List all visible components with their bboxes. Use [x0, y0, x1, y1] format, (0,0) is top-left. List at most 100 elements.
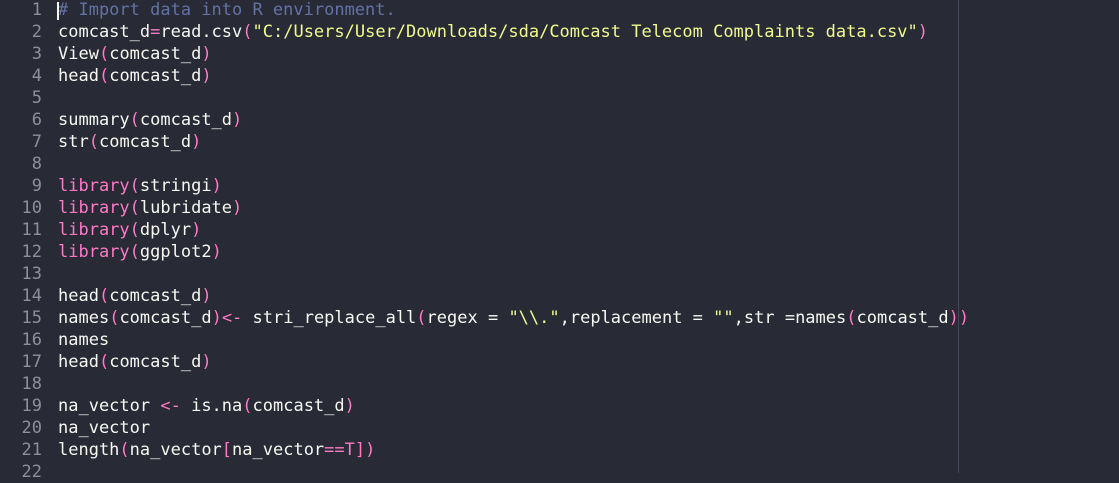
code-token: ) — [232, 198, 243, 218]
code-token: "C:/Users/User/Downloads/sda/Comcast Tel… — [252, 22, 918, 42]
code-token: comcast_d — [98, 132, 192, 152]
code-editor[interactable]: 1 # Import data into R environment. 2 comca… — [0, 0, 1119, 482]
code-line[interactable]: 10 library(lubridate) — [0, 197, 1119, 219]
line-number: 15 — [21, 308, 42, 328]
code-token: stringi — [139, 176, 212, 196]
code-token: regex = — [426, 308, 509, 328]
line-number: 7 — [31, 132, 42, 152]
code-token: "\\." — [508, 308, 560, 328]
code-token: library — [58, 176, 130, 196]
line-number: 12 — [21, 242, 42, 262]
code-line[interactable]: 11 library(dplyr) — [0, 219, 1119, 241]
code-text: library(stringi) — [58, 175, 222, 197]
code-token: ) — [201, 66, 212, 86]
code-text: na_vector <- is.na(comcast_d) — [58, 395, 355, 417]
code-line[interactable]: 20 na_vector — [0, 417, 1119, 439]
code-line[interactable]: 8 — [0, 153, 1119, 175]
code-token: str — [58, 132, 89, 152]
code-token: comcast_d — [252, 396, 345, 416]
code-line[interactable]: 17 head(comcast_d) — [0, 351, 1119, 373]
line-number: 17 — [21, 352, 42, 372]
code-token: ( — [119, 440, 130, 460]
code-token: # Import data into R environment. — [58, 0, 396, 20]
code-token: comcast_d — [856, 308, 949, 328]
code-token: comcast_d — [139, 110, 233, 130]
code-line[interactable]: 19 na_vector <- is.na(comcast_d) — [0, 395, 1119, 417]
code-token: ) — [201, 352, 212, 372]
code-token: comcast_d — [109, 352, 202, 372]
code-text: library(lubridate) — [58, 197, 242, 219]
code-token: ( — [88, 132, 99, 152]
code-line[interactable]: 9 library(stringi) — [0, 175, 1119, 197]
line-number: 13 — [21, 264, 42, 284]
code-token: comcast_d — [109, 44, 202, 64]
code-token: ( — [98, 44, 110, 64]
code-line[interactable]: 7 str(comcast_d) — [0, 131, 1119, 153]
code-token: ) — [201, 286, 212, 306]
code-token: ) — [191, 132, 202, 152]
code-line[interactable]: 2 comcast_d=read.csv("C:/Users/User/Downl… — [0, 21, 1119, 43]
code-token: ( — [242, 396, 253, 416]
line-number: 14 — [21, 286, 42, 306]
code-token: ( — [109, 308, 120, 328]
code-text: names — [58, 329, 109, 351]
code-token: lubridate — [139, 198, 233, 218]
code-line[interactable]: 12 library(ggplot2) — [0, 241, 1119, 263]
code-line[interactable]: 15 names(comcast_d)<- stri_replace_all(re… — [0, 307, 1119, 329]
code-line[interactable]: 3 View(comcast_d) — [0, 43, 1119, 65]
code-token: comcast_d — [119, 308, 212, 328]
code-token: ) — [201, 44, 212, 64]
code-token: <- — [221, 308, 243, 328]
code-text: length(na_vector[na_vector==T]) — [58, 439, 375, 461]
code-token: View — [58, 44, 99, 64]
text-cursor — [57, 2, 59, 20]
code-token: ) — [211, 308, 222, 328]
code-token: library — [58, 242, 130, 262]
code-token: ggplot2 — [139, 242, 212, 262]
code-token: )) — [948, 308, 970, 328]
code-token: T — [344, 440, 355, 460]
code-token: ( — [416, 308, 427, 328]
code-line[interactable]: 18 — [0, 373, 1119, 395]
code-token: na_vector — [129, 440, 222, 460]
code-token: na_vector — [232, 440, 325, 460]
code-token: names — [58, 308, 110, 328]
code-line[interactable]: 13 — [0, 263, 1119, 285]
code-line[interactable]: 4 head(comcast_d) — [0, 65, 1119, 87]
code-token: ( — [98, 286, 110, 306]
line-number: 20 — [21, 418, 42, 438]
line-number: 16 — [21, 330, 42, 350]
code-line[interactable]: 14 head(comcast_d) — [0, 285, 1119, 307]
code-token: ) — [917, 22, 929, 42]
code-line[interactable]: 21 length(na_vector[na_vector==T]) — [0, 439, 1119, 461]
code-token: "" — [713, 308, 734, 328]
code-token: library — [58, 220, 130, 240]
code-text: library(dplyr) — [58, 219, 201, 241]
code-text: head(comcast_d) — [58, 65, 212, 87]
code-token: [ — [221, 440, 233, 460]
code-token: ( — [129, 198, 140, 218]
code-line[interactable]: 16 names — [0, 329, 1119, 351]
code-token: na_vector — [58, 396, 161, 416]
code-line[interactable]: 22 — [0, 461, 1119, 483]
code-token: read.csv — [160, 22, 243, 42]
code-line[interactable]: 6 summary(comcast_d) — [0, 109, 1119, 131]
code-token: = — [150, 22, 161, 42]
code-text: names(comcast_d)<- stri_replace_all(rege… — [58, 307, 969, 329]
code-token: names — [58, 330, 110, 350]
code-text: str(comcast_d) — [58, 131, 201, 153]
code-line[interactable]: 5 — [0, 87, 1119, 109]
code-token: <- — [160, 396, 181, 416]
code-token: head — [58, 286, 99, 306]
line-number: 1 — [31, 0, 42, 20]
code-text: na_vector — [58, 417, 150, 439]
code-text: # Import data into R environment. — [58, 0, 396, 21]
code-token: ( — [242, 22, 253, 42]
code-line[interactable]: 1 # Import data into R environment. — [0, 0, 1119, 21]
code-token: ( — [98, 352, 110, 372]
line-number: 21 — [21, 440, 42, 460]
code-token: ( — [129, 242, 140, 262]
code-token: names — [795, 308, 847, 328]
code-token: ) — [344, 396, 355, 416]
code-text: head(comcast_d) — [58, 285, 212, 307]
